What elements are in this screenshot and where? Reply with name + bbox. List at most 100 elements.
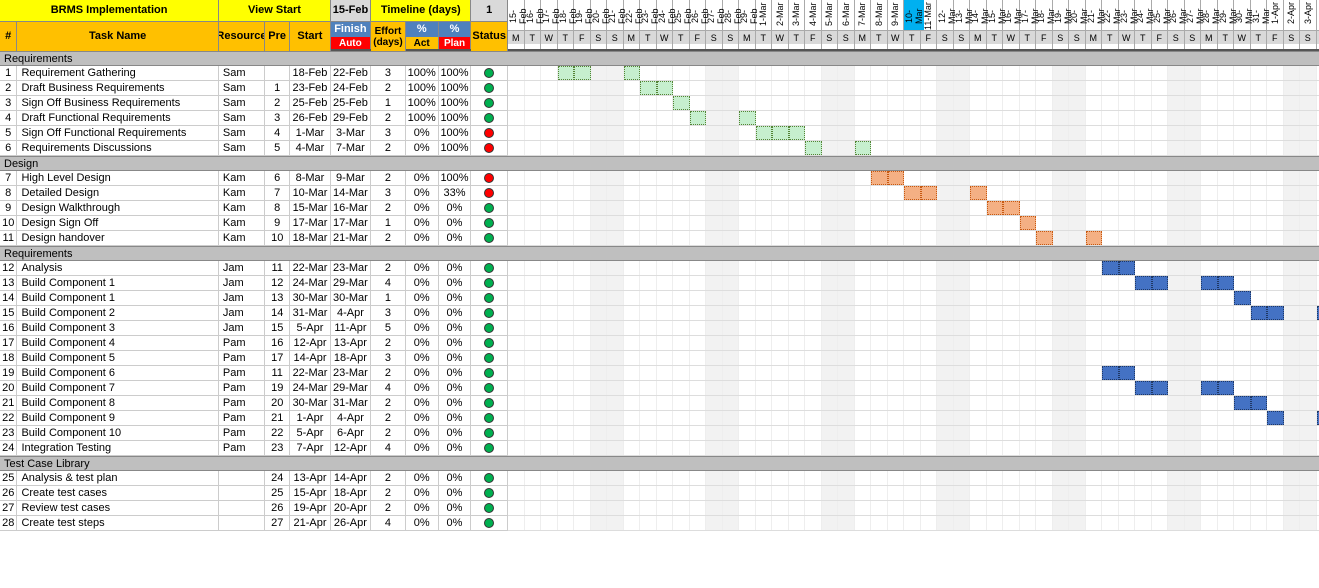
- task-row[interactable]: 13Build Component 1Jam1224-Mar29-Mar40%0…: [0, 276, 508, 291]
- task-row[interactable]: 27Review test cases2619-Apr20-Apr20%0%: [0, 501, 508, 516]
- date-col: 27-MarS: [1185, 0, 1202, 49]
- task-row[interactable]: 14Build Component 1Jam1330-Mar30-Mar10%0…: [0, 291, 508, 306]
- task-row[interactable]: 24Integration TestingPam237-Apr12-Apr40%…: [0, 441, 508, 456]
- date-col: 23-MarW: [1119, 0, 1136, 49]
- date-col: 13-MarS: [954, 0, 971, 49]
- section-header-gantt: [508, 156, 1319, 171]
- date-col: 5-MarS: [822, 0, 839, 49]
- gantt-row: [508, 81, 1319, 96]
- task-row[interactable]: 5Sign Off Functional RequirementsSam41-M…: [0, 126, 508, 141]
- date-col: 22-FebM: [624, 0, 641, 49]
- date-col: 10-MarT: [904, 0, 921, 49]
- gantt-row: [508, 516, 1319, 531]
- status-dot: [484, 68, 494, 78]
- task-row[interactable]: 21Build Component 8Pam2030-Mar31-Mar20%0…: [0, 396, 508, 411]
- date-col: 17-MarT: [1020, 0, 1037, 49]
- view-start-date[interactable]: 15-Feb: [331, 0, 372, 21]
- header-row-1: BRMS Implementation View Start 15-Feb Ti…: [0, 0, 508, 22]
- date-col: 16-FebT: [525, 0, 542, 49]
- gantt-row: [508, 321, 1319, 336]
- section-header-gantt: [508, 246, 1319, 261]
- date-col: 22-MarT: [1102, 0, 1119, 49]
- timeline-value[interactable]: 1: [471, 0, 508, 21]
- header-row-2a: # Task Name Resource Pre Start Finish Ef…: [0, 22, 508, 37]
- status-dot: [484, 203, 494, 213]
- task-row[interactable]: 18Build Component 5Pam1714-Apr18-Apr30%0…: [0, 351, 508, 366]
- gantt-row: [508, 276, 1319, 291]
- date-col: 14-MarM: [970, 0, 987, 49]
- task-row[interactable]: 25Analysis & test plan2413-Apr14-Apr20%0…: [0, 471, 508, 486]
- date-col: 6-MarS: [838, 0, 855, 49]
- task-row[interactable]: 26Create test cases2515-Apr18-Apr20%0%: [0, 486, 508, 501]
- task-row[interactable]: 9Design WalkthroughKam815-Mar16-Mar20%0%: [0, 201, 508, 216]
- status-dot: [484, 143, 494, 153]
- status-dot: [484, 518, 494, 528]
- status-dot: [484, 308, 494, 318]
- date-col: 20-MarS: [1069, 0, 1086, 49]
- date-col: 24-FebW: [657, 0, 674, 49]
- task-row[interactable]: 17Build Component 4Pam1612-Apr13-Apr20%0…: [0, 336, 508, 351]
- date-col: 26-FebF: [690, 0, 707, 49]
- status-dot: [484, 263, 494, 273]
- task-row[interactable]: 8Detailed DesignKam710-Mar14-Mar30%33%: [0, 186, 508, 201]
- date-col: 21-FebS: [607, 0, 624, 49]
- date-col: 28-MarM: [1201, 0, 1218, 49]
- col-act-sub: Act: [406, 37, 439, 49]
- task-row[interactable]: 10Design Sign OffKam917-Mar17-Mar10%0%: [0, 216, 508, 231]
- date-col: 21-MarM: [1086, 0, 1103, 49]
- task-row[interactable]: 23Build Component 10Pam225-Apr6-Apr20%0%: [0, 426, 508, 441]
- status-dot: [484, 83, 494, 93]
- date-col: 29-FebM: [739, 0, 756, 49]
- gantt-row: [508, 291, 1319, 306]
- gantt-row: [508, 201, 1319, 216]
- gantt-row: [508, 126, 1319, 141]
- date-col: 3-AprS: [1300, 0, 1317, 49]
- gantt-chart: 15-FebM16-FebT17-FebW18-FebT19-FebF20-Fe…: [508, 0, 1319, 531]
- status-dot: [484, 128, 494, 138]
- gantt-row: [508, 381, 1319, 396]
- status-dot: [484, 323, 494, 333]
- col-plan-sub: Plan: [439, 37, 472, 49]
- date-col: 19-MarS: [1053, 0, 1070, 49]
- task-row[interactable]: 1Requirement GatheringSam18-Feb22-Feb310…: [0, 66, 508, 81]
- task-row[interactable]: 16Build Component 3Jam155-Apr11-Apr50%0%: [0, 321, 508, 336]
- task-row[interactable]: 28Create test steps2721-Apr26-Apr40%0%: [0, 516, 508, 531]
- status-dot: [484, 113, 494, 123]
- task-row[interactable]: 6Requirements DiscussionsSam54-Mar7-Mar2…: [0, 141, 508, 156]
- col-pct-plan: %: [439, 22, 472, 37]
- task-row[interactable]: 12AnalysisJam1122-Mar23-Mar20%0%: [0, 261, 508, 276]
- task-row[interactable]: 20Build Component 7Pam1924-Mar29-Mar40%0…: [0, 381, 508, 396]
- section-header: Test Case Library: [0, 456, 508, 471]
- date-col: 16-MarW: [1003, 0, 1020, 49]
- date-col: 23-FebT: [640, 0, 657, 49]
- gantt-row: [508, 111, 1319, 126]
- task-row[interactable]: 3Sign Off Business RequirementsSam225-Fe…: [0, 96, 508, 111]
- date-col: 15-FebM: [508, 0, 525, 49]
- status-dot: [484, 473, 494, 483]
- task-row[interactable]: 19Build Component 6Pam1122-Mar23-Mar20%0…: [0, 366, 508, 381]
- gantt-row: [508, 366, 1319, 381]
- section-header-gantt: [508, 456, 1319, 471]
- date-col: 24-MarT: [1135, 0, 1152, 49]
- status-dot: [484, 398, 494, 408]
- status-dot: [484, 338, 494, 348]
- date-col: 25-MarF: [1152, 0, 1169, 49]
- date-col: 31-MarT: [1251, 0, 1268, 49]
- gantt-row: [508, 411, 1319, 426]
- gantt-row: [508, 396, 1319, 411]
- gantt-row: [508, 261, 1319, 276]
- date-col: 18-FebT: [558, 0, 575, 49]
- gantt-row: [508, 306, 1319, 321]
- status-dot: [484, 353, 494, 363]
- task-row[interactable]: 15Build Component 2Jam1431-Mar4-Apr30%0%: [0, 306, 508, 321]
- col-finish-sub: Auto: [331, 37, 372, 49]
- task-row[interactable]: 11Design handoverKam1018-Mar21-Mar20%0%: [0, 231, 508, 246]
- task-row[interactable]: 7High Level DesignKam68-Mar9-Mar20%100%: [0, 171, 508, 186]
- task-row[interactable]: 22Build Component 9Pam211-Apr4-Apr20%0%: [0, 411, 508, 426]
- date-col: 27-FebS: [706, 0, 723, 49]
- task-row[interactable]: 2Draft Business RequirementsSam123-Feb24…: [0, 81, 508, 96]
- view-start-label[interactable]: View Start: [219, 0, 331, 21]
- gantt-row: [508, 351, 1319, 366]
- gantt-row: [508, 186, 1319, 201]
- task-row[interactable]: 4Draft Functional RequirementsSam326-Feb…: [0, 111, 508, 126]
